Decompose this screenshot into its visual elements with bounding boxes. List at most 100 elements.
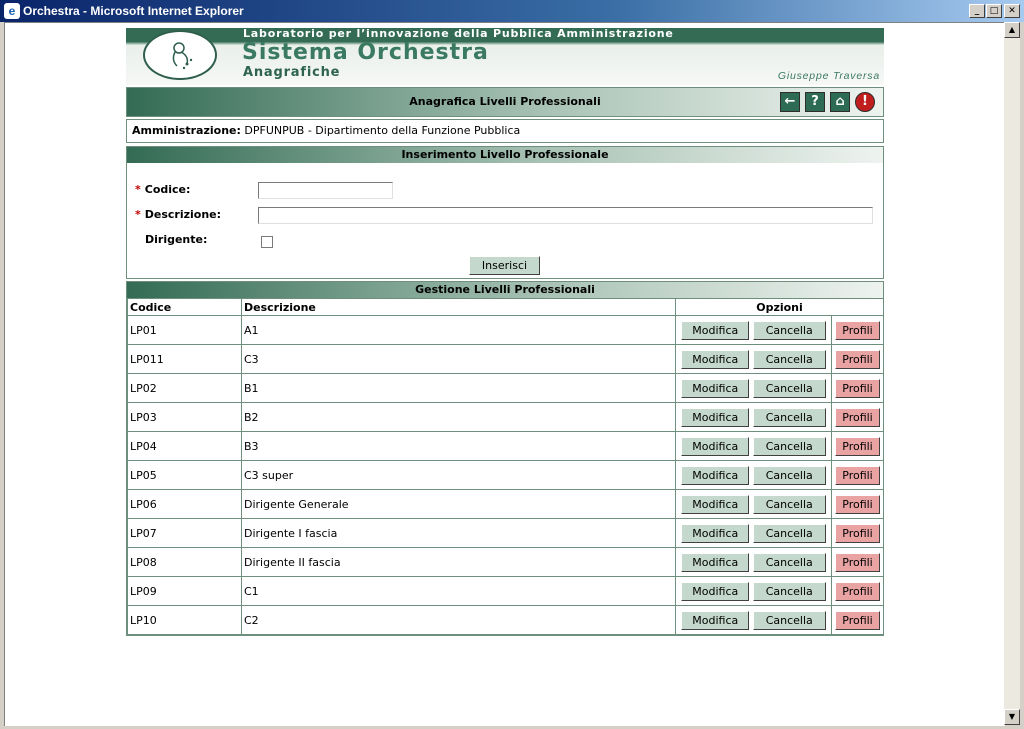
cell-profili: Profili xyxy=(831,460,884,490)
column-header-descrizione: Descrizione xyxy=(241,298,676,316)
descrizione-input[interactable] xyxy=(258,207,873,224)
modifica-button[interactable]: Modifica xyxy=(681,378,750,398)
cell-descrizione: B2 xyxy=(241,402,676,432)
profili-button[interactable]: Profili xyxy=(835,494,880,514)
cell-profili: Profili xyxy=(831,315,884,345)
cell-profili: Profili xyxy=(831,576,884,606)
cell-descrizione: Dirigente II fascia xyxy=(241,547,676,577)
cell-profili: Profili xyxy=(831,373,884,403)
profili-button[interactable]: Profili xyxy=(835,552,880,572)
cancella-button[interactable]: Cancella xyxy=(752,494,826,514)
cell-descrizione: B3 xyxy=(241,431,676,461)
cell-descrizione: C1 xyxy=(241,576,676,606)
profili-button[interactable]: Profili xyxy=(835,465,880,485)
column-header-opzioni: Opzioni xyxy=(675,298,884,316)
help-icon[interactable]: ? xyxy=(805,92,825,112)
profili-button[interactable]: Profili xyxy=(835,349,880,369)
modifica-button[interactable]: Modifica xyxy=(681,552,750,572)
modifica-button[interactable]: Modifica xyxy=(681,610,750,630)
cancella-button[interactable]: Cancella xyxy=(752,465,826,485)
cancella-button[interactable]: Cancella xyxy=(752,407,826,427)
maximize-button[interactable]: □ xyxy=(986,4,1002,18)
descrizione-label-row: * Descrizione: xyxy=(135,208,221,221)
cell-profili: Profili xyxy=(831,431,884,461)
inserisci-button[interactable]: Inserisci xyxy=(469,256,540,275)
dirigente-label: Dirigente: xyxy=(145,233,208,246)
close-button[interactable]: ✕ xyxy=(1004,4,1020,18)
modifica-button[interactable]: Modifica xyxy=(681,494,750,514)
modifica-button[interactable]: Modifica xyxy=(681,465,750,485)
browser-viewport: Laboratorio per l’innovazione della Pubb… xyxy=(4,22,1005,726)
profili-button[interactable]: Profili xyxy=(835,407,880,427)
cell-codice: LP06 xyxy=(127,489,242,519)
logout-icon[interactable]: ! xyxy=(855,92,875,112)
page-container: Laboratorio per l’innovazione della Pubb… xyxy=(126,28,884,636)
cell-descrizione: A1 xyxy=(241,315,676,345)
profili-button[interactable]: Profili xyxy=(835,378,880,398)
required-mark: * xyxy=(135,183,141,196)
modifica-button[interactable]: Modifica xyxy=(681,407,750,427)
grid-section: Gestione Livelli Professionali Codice De… xyxy=(126,281,884,636)
minimize-button[interactable]: _ xyxy=(969,4,985,18)
cell-descrizione: Dirigente I fascia xyxy=(241,518,676,548)
cancella-button[interactable]: Cancella xyxy=(752,320,826,340)
table-row: LP05 C3 super Modifica Cancella Profili xyxy=(127,460,884,490)
app-banner: Laboratorio per l’innovazione della Pubb… xyxy=(126,28,884,85)
cell-codice: LP04 xyxy=(127,431,242,461)
cell-descrizione: Dirigente Generale xyxy=(241,489,676,519)
profili-button[interactable]: Profili xyxy=(835,320,880,340)
home-icon[interactable]: ⌂ xyxy=(830,92,850,112)
cancella-button[interactable]: Cancella xyxy=(752,378,826,398)
cancella-button[interactable]: Cancella xyxy=(752,523,826,543)
scroll-down-button[interactable]: ▼ xyxy=(1004,709,1020,725)
lab-title: Laboratorio per l’innovazione della Pubb… xyxy=(243,28,674,40)
admin-info: Amministrazione: DPFUNPUB - Dipartimento… xyxy=(126,119,884,143)
cancella-button[interactable]: Cancella xyxy=(752,349,826,369)
modifica-button[interactable]: Modifica xyxy=(681,523,750,543)
module-title: Anagrafiche xyxy=(243,65,341,80)
orchestra-logo-icon xyxy=(172,42,193,70)
cancella-button[interactable]: Cancella xyxy=(752,436,826,456)
cell-actions: Modifica Cancella xyxy=(675,547,832,577)
grid-title: Gestione Livelli Professionali xyxy=(127,282,883,298)
cell-profili: Profili xyxy=(831,489,884,519)
modifica-button[interactable]: Modifica xyxy=(681,581,750,601)
required-mark: * xyxy=(135,208,141,221)
table-row: LP02 B1 Modifica Cancella Profili xyxy=(127,373,884,403)
modifica-button[interactable]: Modifica xyxy=(681,436,750,456)
column-header-codice: Codice xyxy=(127,298,242,316)
back-arrow-icon[interactable]: ← xyxy=(780,92,800,112)
profili-button[interactable]: Profili xyxy=(835,581,880,601)
insert-form-title: Inserimento Livello Professionale xyxy=(127,147,883,163)
table-row: LP011 C3 Modifica Cancella Profili xyxy=(127,344,884,374)
cell-profili: Profili xyxy=(831,402,884,432)
window-titlebar: e Orchestra - Microsoft Internet Explore… xyxy=(0,0,1024,22)
modifica-button[interactable]: Modifica xyxy=(681,320,750,340)
cell-descrizione: B1 xyxy=(241,373,676,403)
cell-profili: Profili xyxy=(831,344,884,374)
profili-button[interactable]: Profili xyxy=(835,610,880,630)
cell-profili: Profili xyxy=(831,518,884,548)
modifica-button[interactable]: Modifica xyxy=(681,349,750,369)
table-row: LP06 Dirigente Generale Modifica Cancella P… xyxy=(127,489,884,519)
cancella-button[interactable]: Cancella xyxy=(752,610,826,630)
scroll-up-button[interactable]: ▲ xyxy=(1004,22,1020,38)
cell-actions: Modifica Cancella xyxy=(675,402,832,432)
cell-descrizione: C3 xyxy=(241,344,676,374)
cell-codice: LP07 xyxy=(127,518,242,548)
profili-button[interactable]: Profili xyxy=(835,523,880,543)
profili-button[interactable]: Profili xyxy=(835,436,880,456)
vertical-scrollbar[interactable]: ▲ ▼ xyxy=(1004,22,1020,725)
dirigente-checkbox[interactable] xyxy=(261,236,273,248)
cancella-button[interactable]: Cancella xyxy=(752,552,826,572)
ie-icon: e xyxy=(4,3,20,19)
page-title: Anagrafica Livelli Professionali xyxy=(409,95,601,108)
cancella-button[interactable]: Cancella xyxy=(752,581,826,601)
cell-actions: Modifica Cancella xyxy=(675,315,832,345)
cell-actions: Modifica Cancella xyxy=(675,489,832,519)
table-row: LP01 A1 Modifica Cancella Profili xyxy=(127,315,884,345)
cell-codice: LP05 xyxy=(127,460,242,490)
table-row: LP09 C1 Modifica Cancella Profili xyxy=(127,576,884,606)
codice-input[interactable] xyxy=(258,182,393,199)
codice-label: Codice: xyxy=(144,183,191,196)
